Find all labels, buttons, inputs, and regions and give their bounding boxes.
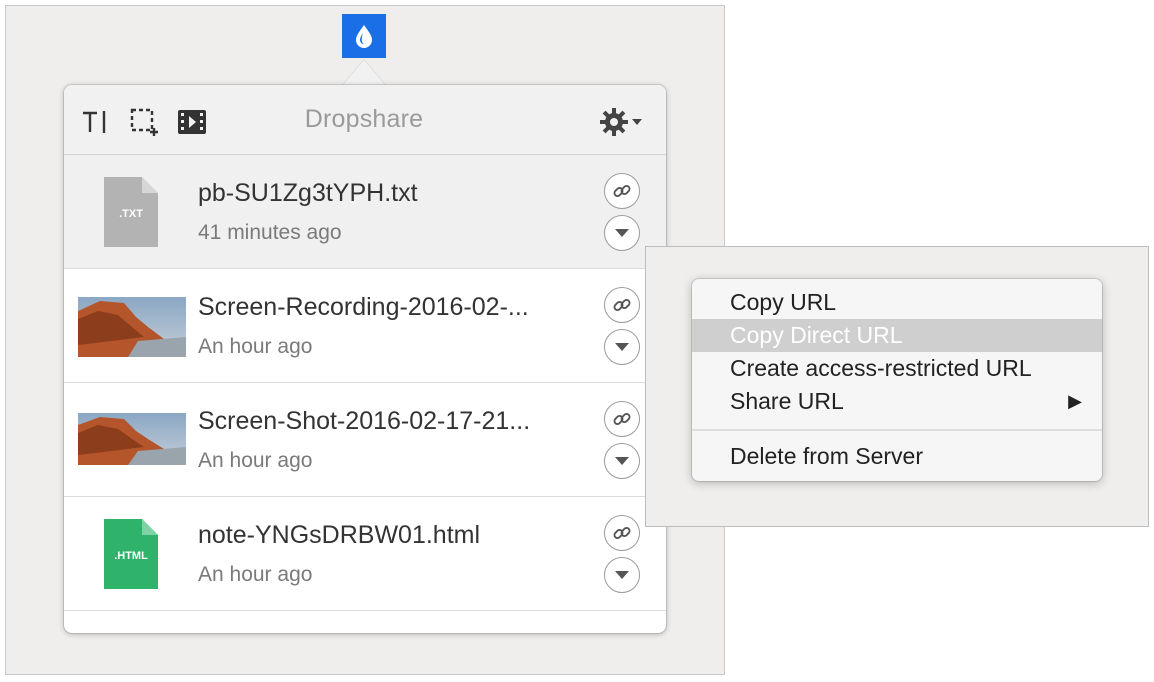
- file-name: Screen-Shot-2016-02-17-21...: [198, 407, 531, 435]
- copy-link-button[interactable]: [604, 515, 640, 551]
- menu-item-create-access-restricted-url[interactable]: Create access-restricted URL: [692, 352, 1102, 385]
- file-time: An hour ago: [198, 449, 313, 472]
- file-row[interactable]: .TXT pb-SU1Zg3tYPH.txt 41 minutes ago: [64, 155, 666, 269]
- text-cursor-icon: [83, 111, 106, 133]
- mountain-thumbnail-image: [78, 297, 186, 357]
- menu-item-share-url[interactable]: Share URL ▶: [692, 385, 1102, 418]
- copy-link-button[interactable]: [604, 173, 640, 209]
- settings-menu-button[interactable]: [598, 105, 654, 139]
- file-type-badge: .TXT: [119, 208, 143, 220]
- file-row[interactable]: Screen-Recording-2016-02-... An hour ago: [64, 269, 666, 383]
- file-name: note-YNGsDRBW01.html: [198, 521, 481, 549]
- menu-item-label: Share URL: [730, 388, 844, 414]
- popover-title: Dropshare: [304, 105, 424, 133]
- file-time: An hour ago: [198, 335, 313, 358]
- link-icon: [613, 413, 631, 425]
- recording-tool-button[interactable]: [176, 107, 208, 137]
- copy-link-button[interactable]: [604, 401, 640, 437]
- more-options-button[interactable]: [604, 215, 640, 251]
- link-icon: [613, 185, 631, 197]
- menu-item-delete-from-server[interactable]: Delete from Server: [692, 440, 1102, 473]
- file-name: pb-SU1Zg3tYPH.txt: [198, 179, 418, 207]
- popover-toolbar: Dropshare: [64, 85, 666, 155]
- dropshare-menubar-icon[interactable]: [342, 14, 386, 58]
- file-name: Screen-Recording-2016-02-...: [198, 293, 529, 321]
- file-time: 41 minutes ago: [198, 221, 342, 244]
- canvas: Dropshare .TXT pb-SU1Zg3tYPH.txt 41 minu…: [0, 0, 1154, 682]
- dropshare-popover: Dropshare .TXT pb-SU1Zg3tYPH.txt 41 minu…: [64, 85, 666, 633]
- triangle-down-icon: [615, 343, 629, 351]
- gear-icon: [600, 108, 628, 136]
- file-thumbnail: [78, 297, 186, 357]
- menu-item-copy-url[interactable]: Copy URL: [692, 286, 1102, 319]
- selection-crop-icon: [130, 108, 158, 136]
- more-options-button[interactable]: [604, 443, 640, 479]
- mountain-thumbnail-image: [78, 413, 186, 465]
- menu-item-copy-direct-url[interactable]: Copy Direct URL: [692, 319, 1102, 352]
- dropshare-drop-icon: [356, 25, 372, 48]
- copy-link-button[interactable]: [604, 287, 640, 323]
- file-time: An hour ago: [198, 563, 313, 586]
- more-options-button[interactable]: [604, 557, 640, 593]
- film-strip-icon: [178, 110, 206, 134]
- link-icon: [613, 527, 631, 539]
- text-tool-button[interactable]: [80, 107, 112, 137]
- menu-separator: [692, 429, 1102, 431]
- file-row[interactable]: Screen-Shot-2016-02-17-21... An hour ago: [64, 383, 666, 497]
- triangle-down-icon: [615, 457, 629, 465]
- triangle-down-icon: [615, 571, 629, 579]
- chevron-down-icon: [632, 119, 642, 125]
- link-icon: [613, 299, 631, 311]
- more-options-button[interactable]: [604, 329, 640, 365]
- file-thumbnail: [78, 413, 186, 465]
- file-context-menu: Copy URL Copy Direct URL Create access-r…: [692, 279, 1102, 481]
- submenu-arrow-icon: ▶: [1068, 391, 1082, 411]
- triangle-down-icon: [615, 229, 629, 237]
- file-row[interactable]: .HTML note-YNGsDRBW01.html An hour ago: [64, 497, 666, 611]
- popover-arrow: [342, 60, 386, 86]
- screenshot-tool-button[interactable]: [128, 107, 160, 137]
- file-type-badge: .HTML: [114, 550, 148, 562]
